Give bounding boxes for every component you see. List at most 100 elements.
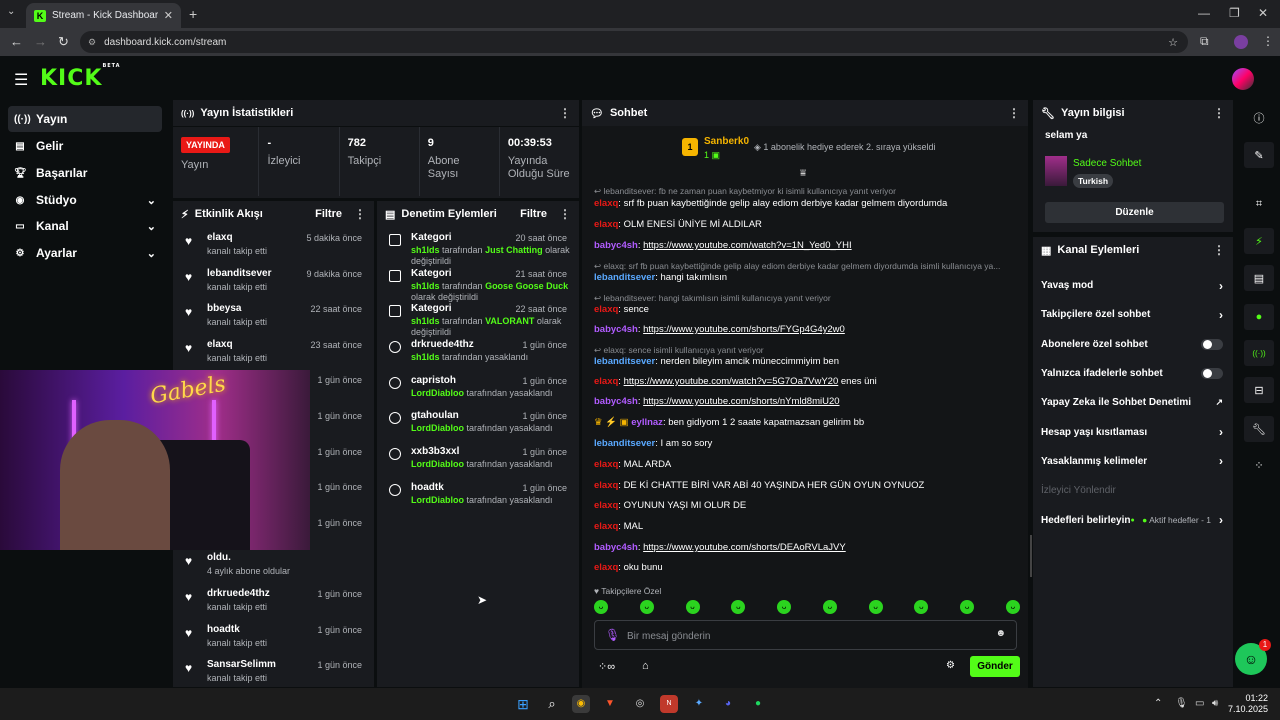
moderator-name[interactable]: sh1lds [411, 245, 440, 255]
chat-username[interactable]: elaxq [594, 562, 618, 573]
hamburger-menu-icon[interactable]: ☰ [14, 70, 28, 90]
toggle-switch[interactable] [1201, 338, 1223, 350]
chat-username[interactable]: elaxq [594, 480, 618, 491]
emote-icon[interactable]: ᴗ [914, 600, 929, 614]
chat-username[interactable]: elaxq [594, 219, 618, 230]
more-options-icon[interactable]: ⋮ [1213, 243, 1225, 257]
crop-icon[interactable]: ⌗ [1244, 191, 1274, 217]
shapes-icon[interactable]: ⁘ [1244, 452, 1274, 478]
channel-action-item[interactable]: Yapay Zeka ile Sohbet Denetimi ↗ [1033, 388, 1233, 417]
chat-username[interactable]: elaxq [594, 459, 618, 470]
edit-button[interactable]: Düzenle [1045, 202, 1224, 223]
chat-username[interactable]: babyc4sh [594, 396, 638, 407]
emoji-picker-icon[interactable]: ☻ [995, 628, 1006, 639]
channel-action-item[interactable]: Hesap yaşı kısıtlaması › [1033, 417, 1233, 446]
close-tab-icon[interactable]: ✕ [164, 9, 173, 22]
kick-logo[interactable]: KICKBETA [40, 63, 121, 91]
chat-username[interactable]: lebanditsever [594, 438, 655, 449]
layout-icon[interactable]: ⊟ [1244, 377, 1274, 403]
lightning-icon[interactable]: ⚡︎ [1244, 228, 1274, 254]
chat-username[interactable]: elaxq [594, 198, 618, 209]
chat-link[interactable]: https://www.youtube.com/watch?v=5G7Oa7Vw… [624, 376, 839, 387]
more-options-icon[interactable]: ⋮ [559, 207, 571, 221]
extensions-icon[interactable]: ⧉ [1200, 34, 1209, 49]
bookmark-star-icon[interactable]: ☆ [1168, 36, 1178, 49]
emote-icon[interactable]: ᴗ [639, 600, 654, 614]
channel-action-item[interactable]: Takipçilere özel sohbet › [1033, 300, 1233, 329]
discord-icon[interactable]: ◕ [719, 695, 737, 713]
chat-link[interactable]: https://www.youtube.com/shorts/DEAoRVLaJ… [643, 542, 846, 553]
chat-settings-icon[interactable]: ⚙ [946, 660, 955, 671]
microphone-icon[interactable]: 🎙︎ [605, 628, 620, 642]
emote-icon[interactable]: ᴗ [777, 600, 792, 614]
channel-action-item[interactable]: Yasaklanmış kelimeler › [1033, 447, 1233, 476]
url-field[interactable]: ⚙ dashboard.kick.com/stream ☆ [80, 31, 1188, 53]
browser-menu-icon[interactable]: ⋮ [1262, 34, 1274, 48]
collapse-icon[interactable]: ⩸ [800, 168, 806, 179]
chat-username[interactable]: lebanditsever [594, 272, 655, 283]
points-infinity-icon[interactable]: ⁘∞ [598, 660, 615, 673]
site-info-icon[interactable]: ⚙ [88, 37, 96, 48]
search-icon[interactable]: ⌕ [543, 695, 561, 713]
emote-icon[interactable]: ᴗ [1005, 600, 1020, 614]
chat-username[interactable]: elaxq [594, 500, 618, 511]
emote-icon[interactable]: ᴗ [960, 600, 975, 614]
channel-action-item[interactable]: Yalnızca ifadelerle sohbet [1033, 359, 1233, 388]
pencil-icon[interactable]: ✎ [1244, 142, 1274, 168]
app-icon[interactable]: ✦ [690, 695, 708, 713]
moderator-name[interactable]: LordDiabloo [411, 388, 464, 398]
filter-button[interactable]: Filtre [315, 208, 342, 220]
chat-username[interactable]: eyllnaz [631, 417, 663, 428]
sidebar-item-studyo[interactable]: ◉ Stüdyo ⌄ [8, 187, 162, 213]
broadcast-icon[interactable]: ((·)) [1244, 340, 1274, 366]
document-icon[interactable]: ▤ [1244, 265, 1274, 291]
chat-bubble-icon[interactable]: ● [1244, 304, 1274, 330]
tray-chevron-icon[interactable]: ⌃ [1154, 698, 1162, 709]
send-button[interactable]: Gönder [970, 656, 1020, 677]
reload-icon[interactable]: ↻ [58, 34, 69, 50]
category-name[interactable]: Sadece Sohbet [1073, 158, 1141, 169]
brave-icon[interactable]: ▼ [601, 695, 619, 713]
more-options-icon[interactable]: ⋮ [354, 207, 366, 221]
chat-link[interactable]: https://www.youtube.com/shorts/FYGp4G4y2… [643, 324, 845, 335]
moderator-name[interactable]: LordDiabloo [411, 495, 464, 505]
emote-icon[interactable]: ᴗ [594, 600, 608, 614]
toggle-switch[interactable] [1201, 368, 1223, 380]
sidebar-item-kanal[interactable]: ▭ Kanal ⌄ [8, 213, 162, 239]
microphone-icon[interactable]: 🎙︎ [1175, 698, 1188, 709]
help-chat-button[interactable]: ☺ 1 [1235, 639, 1271, 675]
chat-username[interactable]: lebanditsever [594, 356, 655, 367]
chat-link[interactable]: https://www.youtube.com/watch?v=1N_Yed0_… [643, 240, 852, 251]
tab-search-icon[interactable]: ⌄ [7, 6, 15, 17]
chat-input[interactable] [627, 627, 987, 645]
chat-username[interactable]: elaxq [594, 376, 618, 387]
sidebar-item-basarilar[interactable]: 🏆︎ Başarılar [8, 160, 162, 186]
profile-avatar[interactable] [1234, 35, 1248, 49]
more-options-icon[interactable]: ⋮ [1008, 106, 1020, 120]
forward-icon[interactable]: → [34, 34, 47, 49]
obs-icon[interactable]: ◎ [631, 695, 649, 713]
netflix-icon[interactable]: N [660, 695, 678, 713]
close-window-icon[interactable]: ✕ [1258, 6, 1268, 20]
chat-username[interactable]: elaxq [594, 304, 618, 315]
new-tab-icon[interactable]: + [189, 6, 197, 22]
chat-username[interactable]: elaxq [594, 521, 618, 532]
filter-button[interactable]: Filtre [520, 208, 547, 220]
moderator-name[interactable]: LordDiabloo [411, 423, 464, 433]
moderator-name[interactable]: sh1lds [411, 352, 440, 362]
moderator-name[interactable]: sh1lds [411, 281, 440, 291]
info-icon[interactable]: ⓘ [1244, 105, 1274, 131]
channel-action-item[interactable]: Abonelere özel sohbet [1033, 330, 1233, 359]
maximize-icon[interactable]: ❐ [1229, 6, 1240, 20]
wrench-icon[interactable]: 🔧︎ [1244, 416, 1274, 442]
volume-icon[interactable]: 🔊︎ [1212, 698, 1218, 709]
emote-icon[interactable]: ᴗ [731, 600, 746, 614]
chat-username[interactable]: babyc4sh [594, 324, 638, 335]
emote-icon[interactable]: ᴗ [822, 600, 837, 614]
chat-scrollbar[interactable] [1030, 535, 1032, 577]
sidebar-item-yayin[interactable]: ((·)) Yayın [8, 106, 162, 132]
browser-tab[interactable]: K Stream - Kick Dashboard ✕ [26, 3, 181, 28]
system-clock[interactable]: 01:22 7.10.2025 [1228, 693, 1268, 715]
emote-icon[interactable]: ᴗ [685, 600, 700, 614]
minimize-icon[interactable]: — [1198, 6, 1210, 20]
